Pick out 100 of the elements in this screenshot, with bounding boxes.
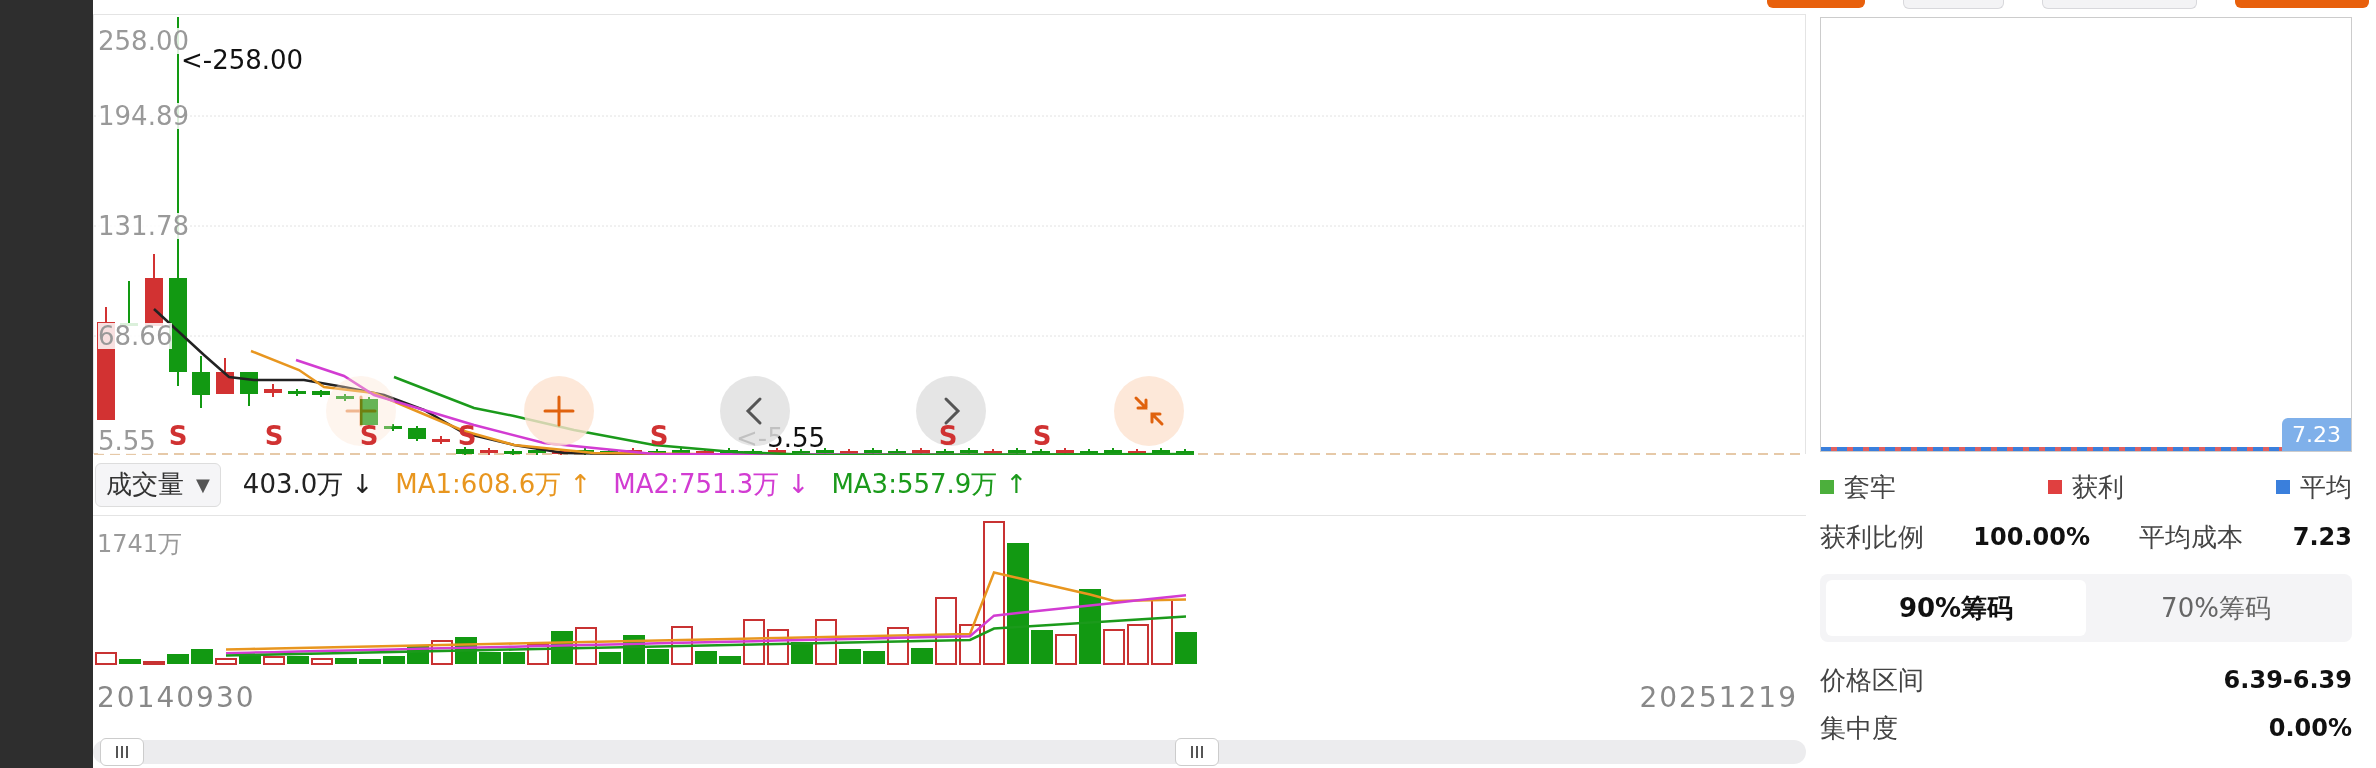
caret-icon: ▼ xyxy=(196,474,210,495)
candlestick xyxy=(960,447,978,455)
stat-label: 获利比例 xyxy=(1820,520,1924,554)
candlestick xyxy=(552,448,570,455)
volume-bar xyxy=(935,597,957,665)
volume-bar xyxy=(599,652,621,664)
candlestick xyxy=(984,448,1002,455)
candlestick xyxy=(312,389,330,398)
candlestick xyxy=(264,383,282,398)
volume-bar xyxy=(263,656,285,665)
grip-icon xyxy=(1189,745,1205,759)
candlestick xyxy=(1008,447,1026,455)
legend-label: 获利 xyxy=(2072,470,2124,504)
volume-bar xyxy=(239,656,261,664)
sell-signal-marker: S xyxy=(938,423,958,449)
volume-bar xyxy=(119,659,141,664)
candlestick xyxy=(1104,447,1122,455)
volume-axis-label: 1741万 xyxy=(97,529,183,560)
volume-bar xyxy=(503,652,525,664)
candlestick xyxy=(600,448,618,455)
volume-bar xyxy=(863,651,885,664)
candlestick xyxy=(672,447,690,455)
volume-bar xyxy=(1055,634,1077,665)
chip-tab[interactable]: 90%筹码 xyxy=(1826,580,2086,636)
volume-bar xyxy=(311,658,333,665)
candlestick xyxy=(1176,448,1194,455)
candlestick xyxy=(384,423,402,432)
candlestick xyxy=(840,448,858,455)
candlestick xyxy=(216,357,234,395)
volume-bar xyxy=(167,654,189,664)
candlestick xyxy=(768,447,786,455)
volume-bar xyxy=(359,659,381,664)
candlestick xyxy=(792,448,810,455)
info-label: 集中度 xyxy=(1820,711,1898,745)
candlestick xyxy=(408,425,426,442)
volume-bar xyxy=(335,658,357,664)
volume-bar xyxy=(191,649,213,664)
candlestick xyxy=(888,448,906,455)
candlestick xyxy=(1152,447,1170,455)
chart-control-button[interactable] xyxy=(524,376,594,446)
candlestick xyxy=(696,448,714,455)
volume-bar xyxy=(1175,632,1197,664)
scroll-handle[interactable] xyxy=(100,738,144,766)
volume-bar xyxy=(95,652,117,665)
end-date-label: 20251219 xyxy=(1639,680,1798,714)
volume-bar xyxy=(1031,630,1053,664)
sell-signal-marker: S xyxy=(649,423,669,449)
sell-signal-marker: S xyxy=(1032,423,1052,449)
indicator-reading: MA2:751.3万 ↓ xyxy=(613,468,810,501)
candlestick xyxy=(720,447,738,455)
chart-control-button[interactable] xyxy=(326,376,396,446)
candlestick xyxy=(480,447,498,455)
candlestick xyxy=(1128,448,1146,455)
indicator-reading: MA3:557.9万 ↑ xyxy=(831,468,1028,501)
candlestick xyxy=(192,355,210,409)
price-axis-label: 68.66 xyxy=(98,323,173,349)
candlestick xyxy=(648,448,666,455)
volume-bar xyxy=(719,656,741,664)
plus-icon xyxy=(541,393,577,429)
price-axis-label: 5.55 xyxy=(98,428,156,454)
info-value: 0.00% xyxy=(2268,714,2352,742)
indicator-reading: MA1:608.6万 ↑ xyxy=(395,468,592,501)
candlestick xyxy=(1080,448,1098,455)
stat-value: 7.23 xyxy=(2292,523,2352,551)
price-badge: 7.23 xyxy=(2282,418,2351,451)
chip-tab[interactable]: 70%筹码 xyxy=(2086,580,2346,636)
price-axis-label: 194.89 xyxy=(98,103,189,129)
volume-bar xyxy=(695,651,717,664)
volume-bar xyxy=(287,656,309,664)
candlestick xyxy=(336,393,354,402)
indicator-dropdown[interactable]: 成交量 ▼ xyxy=(95,462,221,507)
volume-bar xyxy=(647,649,669,664)
volume-bar xyxy=(839,649,861,664)
candlestick xyxy=(816,447,834,455)
volume-bar xyxy=(143,661,165,665)
volume-bar xyxy=(1151,599,1173,665)
legend-label: 平均 xyxy=(2300,470,2352,504)
volume-bar xyxy=(383,656,405,664)
stat-label: 平均成本 xyxy=(2139,520,2244,554)
sell-signal-marker: S xyxy=(264,423,284,449)
candlestick xyxy=(504,448,522,455)
candlestick xyxy=(432,435,450,445)
scroll-handle[interactable] xyxy=(1175,738,1219,766)
candlestick xyxy=(936,448,954,455)
candlestick xyxy=(528,447,546,455)
candlestick xyxy=(912,447,930,455)
info-label: 价格区间 xyxy=(1820,663,1924,697)
volume-bar xyxy=(215,658,237,665)
stat-value: 100.00% xyxy=(1973,523,2091,551)
indicator-reading: 403.0万 ↓ xyxy=(242,468,374,501)
candlestick xyxy=(240,371,258,407)
volume-bar xyxy=(1103,629,1125,665)
candlestick xyxy=(288,388,306,397)
grip-icon xyxy=(114,745,130,759)
start-date-label: 20140930 xyxy=(97,680,256,714)
candlestick xyxy=(864,447,882,455)
volume-bar xyxy=(1127,624,1149,665)
legend-label: 套牢 xyxy=(1844,470,1896,504)
info-value: 6.39-6.39 xyxy=(2223,666,2352,694)
low-price-label: <-5.55 xyxy=(736,425,826,451)
